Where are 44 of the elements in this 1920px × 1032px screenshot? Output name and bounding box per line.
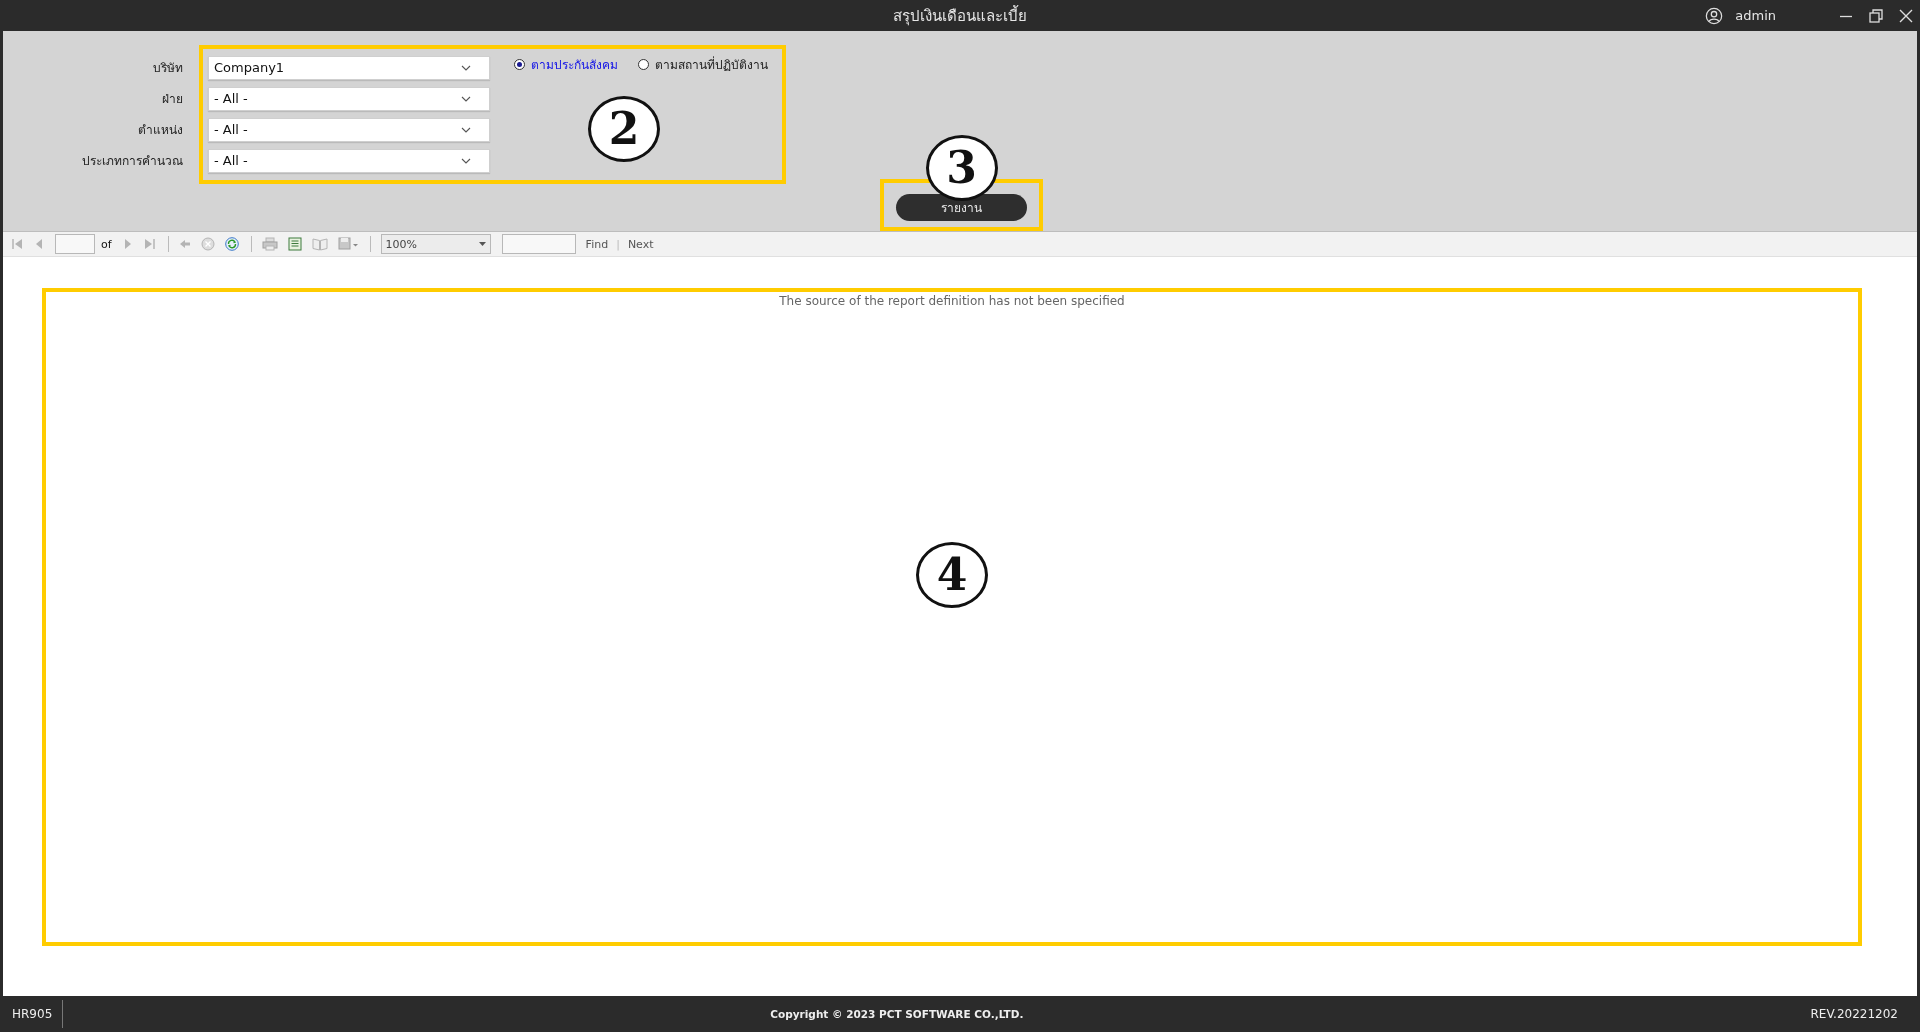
- dropdown[interactable]: Company1: [208, 55, 490, 80]
- window-title: สรุปเงินเดือนและเบี้ย: [893, 4, 1027, 28]
- radio-option[interactable]: ตามสถานที่ปฏิบัติงาน: [638, 55, 768, 74]
- restore-icon[interactable]: [1868, 7, 1884, 24]
- page-layout-icon[interactable]: [287, 237, 302, 251]
- stop-icon[interactable]: [200, 237, 215, 251]
- report-message: The source of the report definition has not been specified: [779, 294, 1125, 308]
- user-name: admin: [1735, 8, 1776, 23]
- close-icon[interactable]: [1898, 7, 1914, 24]
- book-icon[interactable]: [311, 237, 328, 251]
- separator-text: |: [616, 237, 620, 251]
- dropdown[interactable]: - All -: [208, 148, 490, 173]
- field-label: ประเภทการคำนวณ: [82, 153, 183, 170]
- dropdown[interactable]: - All -: [208, 86, 490, 111]
- chevron-down-icon: [461, 95, 471, 102]
- report-button[interactable]: รายงาน: [896, 194, 1027, 221]
- search-field[interactable]: [501, 234, 576, 254]
- chevron-down-icon: [461, 64, 471, 71]
- zoom-dropdown[interactable]: 100%: [380, 234, 491, 254]
- callout-number: 2: [588, 96, 660, 162]
- caret-icon: [478, 242, 486, 246]
- next-link[interactable]: Next: [627, 237, 654, 251]
- callout-number: 3: [925, 135, 998, 201]
- user-icon[interactable]: [1705, 6, 1724, 25]
- find-link[interactable]: Find: [585, 237, 609, 251]
- page-field[interactable]: [55, 234, 95, 254]
- save-dropdown-icon[interactable]: [337, 237, 358, 251]
- refresh-icon[interactable]: [224, 237, 239, 251]
- first-page-icon[interactable]: [11, 238, 23, 250]
- revision-text: REV.20221202: [1810, 1007, 1899, 1021]
- chevron-down-icon: [461, 126, 471, 133]
- callout-number: 4: [916, 542, 988, 608]
- last-page-icon[interactable]: [143, 238, 156, 250]
- back-arrow-icon[interactable]: [178, 238, 191, 250]
- dropdown[interactable]: - All -: [208, 117, 490, 142]
- copyright-text: Copyright © 2023 PCT SOFTWARE CO.,LTD.: [769, 1008, 1025, 1020]
- radio-option[interactable]: ตามประกันสังคม: [514, 55, 618, 74]
- field-label: ตำแหน่ง: [138, 122, 183, 139]
- screen-code: HR905: [0, 1000, 64, 1028]
- field-label: ฝ่าย: [162, 91, 183, 108]
- chevron-down-icon: [461, 157, 471, 164]
- field-label: บริษัท: [153, 60, 183, 77]
- page-of-label: of: [101, 237, 112, 251]
- print-icon[interactable]: [261, 237, 278, 251]
